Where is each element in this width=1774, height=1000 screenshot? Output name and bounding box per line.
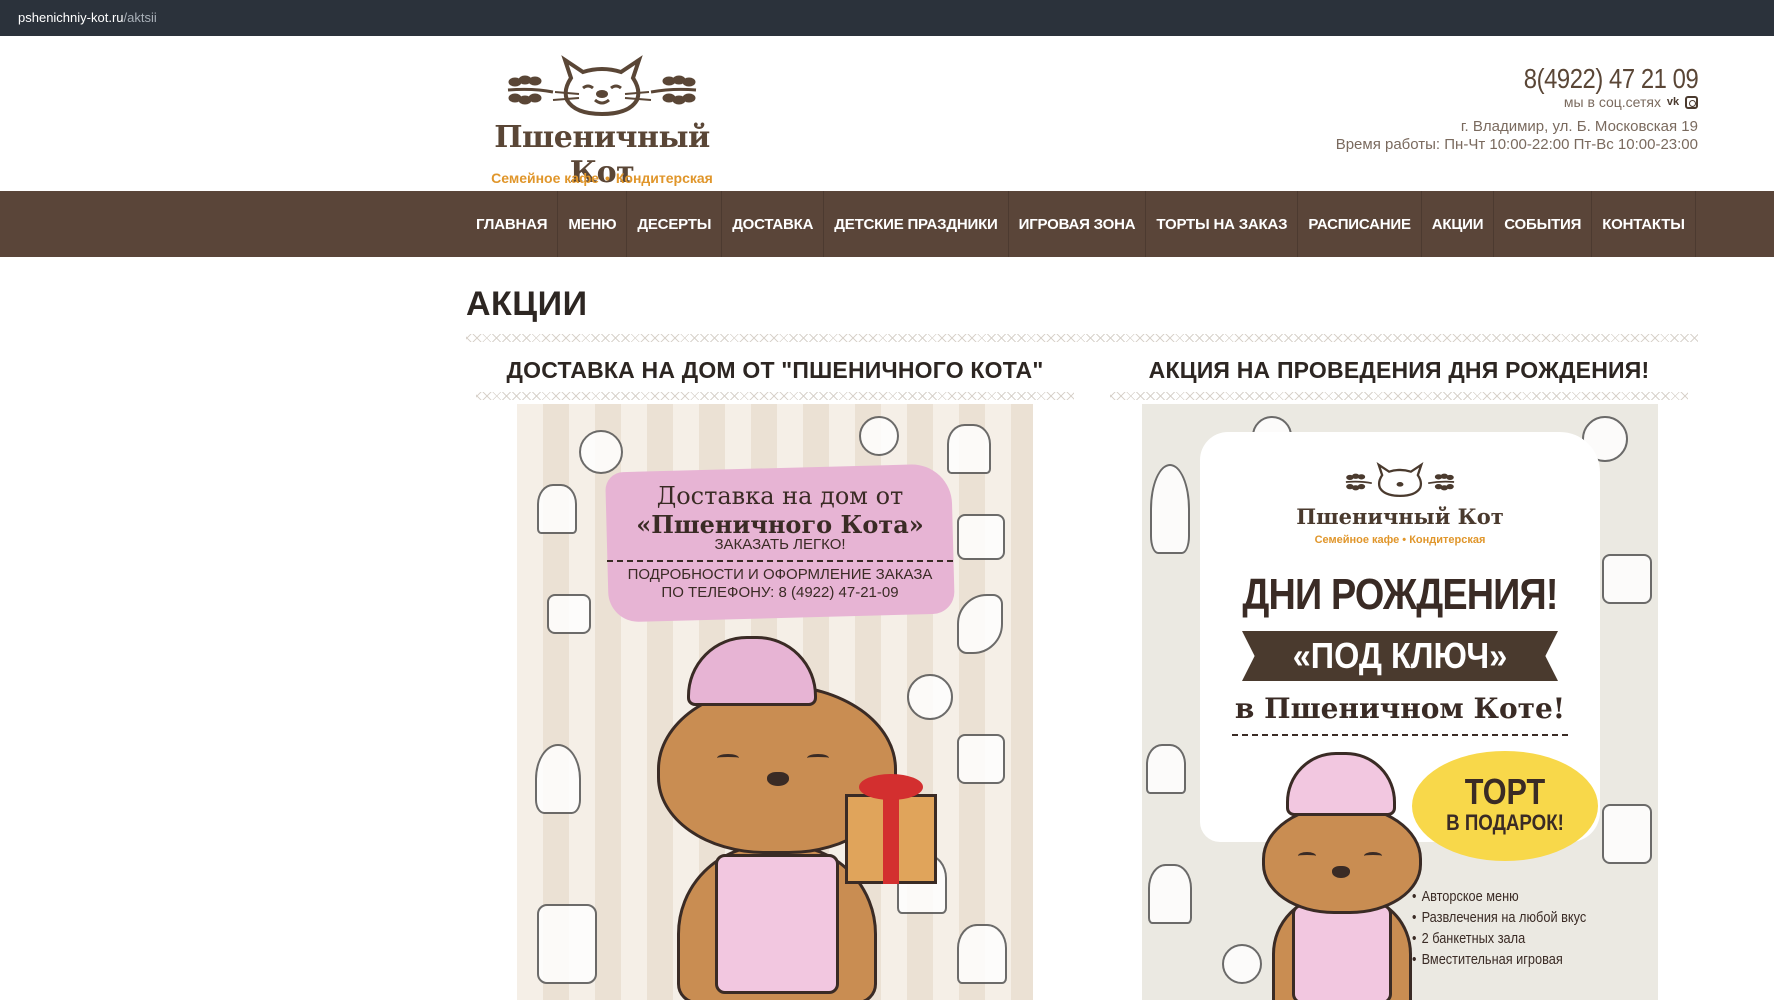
header-contacts: 8(4922) 47 21 09 мы в соц.сетях vk г. Вл… — [1335, 64, 1699, 154]
cat-apron — [715, 854, 839, 994]
cat-nose — [767, 772, 789, 786]
main-nav: ГЛАВНАЯ МЕНЮ ДЕСЕРТЫ ДОСТАВКА ДЕТСКИЕ ПР… — [0, 191, 1774, 257]
nav-item-delivery[interactable]: ДОСТАВКА — [722, 191, 825, 257]
cupcake-doodle — [1148, 864, 1192, 924]
promo-delivery-image[interactable]: Доставка на дом от «Пшеничного Кота» ЗАК… — [517, 404, 1033, 1000]
birthday-logo-tag: Семейное кафе • Кондитерская — [1314, 534, 1486, 546]
cat-head — [1262, 804, 1422, 914]
logo-tag-right: Кондитерская — [615, 170, 713, 186]
nav-list: ГЛАВНАЯ МЕНЮ ДЕСЕРТЫ ДОСТАВКА ДЕТСКИЕ ПР… — [466, 191, 1696, 257]
nav-item-kids-parties[interactable]: ДЕТСКИЕ ПРАЗДНИКИ — [824, 191, 1009, 257]
promo-delivery-divider — [476, 392, 1074, 400]
title-divider — [466, 334, 1698, 342]
feature-item: 2 банкетных зала — [1412, 928, 1586, 949]
logo-tag-separator: • — [604, 170, 610, 186]
cat-eye-right — [1364, 852, 1382, 860]
logo-tag-left: Семейное кафе — [491, 170, 599, 186]
delivery-banner-line2: «Пшеничного Кота» — [636, 510, 924, 539]
cupcake-doodle — [947, 424, 991, 474]
cat-logo-icon — [1345, 461, 1455, 497]
nav-item-schedule[interactable]: РАСПИСАНИЕ — [1298, 191, 1422, 257]
birthday-dashed-rule — [1232, 734, 1568, 736]
delivery-banner-line4: ПОДРОБНОСТИ И ОФОРМЛЕНИЕ ЗАКАЗА — [607, 560, 953, 583]
ice-cream-doodle — [535, 744, 581, 814]
cat-logo-icon — [507, 55, 697, 117]
birthday-feature-list: Авторское меню Развлечения на любой вкус… — [1412, 886, 1617, 970]
ice-cream-doodle — [1150, 464, 1190, 554]
chef-hat — [1286, 752, 1396, 816]
page-title: АКЦИИ — [466, 285, 588, 323]
site-logo[interactable]: Пшеничный Кот Семейное кафе • Кондитерская — [463, 48, 741, 190]
badge-line2: В ПОДАРОК! — [1446, 810, 1564, 835]
cupcake-doodle — [537, 484, 577, 534]
promo-birthday-divider — [1110, 392, 1688, 400]
delivery-banner-line1: Доставка на дом от — [656, 482, 904, 510]
cat-apron — [1292, 904, 1392, 1000]
cat-eye-right — [807, 754, 829, 762]
promo-birthday-image[interactable]: Пшеничный Кот Семейное кафе • Кондитерск… — [1142, 404, 1658, 1000]
delivery-banner-line5: ПО ТЕЛЕФОНУ: 8 (4922) 47-21-09 — [661, 584, 899, 601]
birthday-logo-name: Пшеничный Кот — [1296, 504, 1504, 529]
opening-hours: Время работы: Пн-Чт 10:00-22:00 Пт-Вс 10… — [1335, 136, 1698, 153]
nav-item-contacts[interactable]: КОНТАКТЫ — [1592, 191, 1696, 257]
nav-item-menu[interactable]: МЕНЮ — [558, 191, 628, 257]
nav-item-cakes[interactable]: ТОРТЫ НА ЗАКАЗ — [1146, 191, 1299, 257]
delivery-cat-illustration — [577, 624, 977, 1000]
donut-doodle — [859, 416, 899, 456]
browser-url-bar[interactable]: pshenichniy-kot.ru/aktsii — [0, 0, 1774, 36]
cake-doodle — [957, 514, 1005, 560]
instagram-icon[interactable] — [1685, 95, 1698, 109]
vk-icon[interactable]: vk — [1666, 96, 1680, 109]
address: г. Владимир, ул. Б. Московская 19 — [1460, 118, 1698, 135]
url-host: pshenichniy-kot.ru — [18, 10, 124, 25]
logo-tagline: Семейное кафе • Кондитерская — [463, 170, 741, 186]
url-path: /aktsii — [123, 10, 157, 25]
phone-number[interactable]: 8(4922) 47 21 09 — [1390, 64, 1699, 94]
cake-doodle — [1602, 554, 1652, 604]
gift-ribbon — [883, 794, 899, 884]
cake-doodle — [1602, 804, 1652, 864]
feature-item: Вместительная игровая — [1412, 949, 1586, 970]
promo-delivery-title[interactable]: ДОСТАВКА НА ДОМ ОТ "ПШЕНИЧНОГО КОТА" — [476, 357, 1074, 384]
nav-item-events[interactable]: СОБЫТИЯ — [1494, 191, 1593, 257]
social-links: мы в соц.сетях vk — [1336, 94, 1698, 110]
site-header: Пшеничный Кот Семейное кафе • Кондитерская… — [0, 36, 1774, 191]
badge-line1: ТОРТ — [1464, 771, 1546, 812]
promo-birthday-title[interactable]: АКЦИЯ НА ПРОВЕДЕНИЯ ДНЯ РОЖДЕНИЯ! — [1110, 357, 1688, 384]
birthday-headline: ДНИ РОЖДЕНИЯ! — [1242, 570, 1558, 619]
birthday-subheadline: в Пшеничном Коте! — [1234, 692, 1566, 725]
feature-item: Авторское меню — [1412, 886, 1586, 907]
nav-item-promotions[interactable]: АКЦИИ — [1422, 191, 1495, 257]
delivery-banner-line3: ЗАКАЗАТЬ ЛЕГКО! — [714, 536, 846, 553]
nav-item-home[interactable]: ГЛАВНАЯ — [466, 191, 559, 257]
nav-item-desserts[interactable]: ДЕСЕРТЫ — [627, 191, 723, 257]
url-text[interactable]: pshenichniy-kot.ru/aktsii — [18, 10, 157, 25]
birthday-ribbon-text: «ПОД КЛЮЧ» — [1292, 635, 1508, 676]
cupcake-doodle — [1146, 744, 1186, 794]
nav-item-play-zone[interactable]: ИГРОВАЯ ЗОНА — [1009, 191, 1147, 257]
donut-doodle — [579, 430, 623, 474]
cat-cap — [687, 636, 817, 706]
cat-eye-left — [1298, 852, 1316, 860]
social-label: мы в соц.сетях — [1563, 94, 1661, 110]
feature-item: Развлечения на любой вкус — [1412, 907, 1587, 928]
gift-bow — [859, 774, 923, 800]
cat-eye-left — [717, 754, 739, 762]
cat-nose — [1332, 866, 1350, 878]
